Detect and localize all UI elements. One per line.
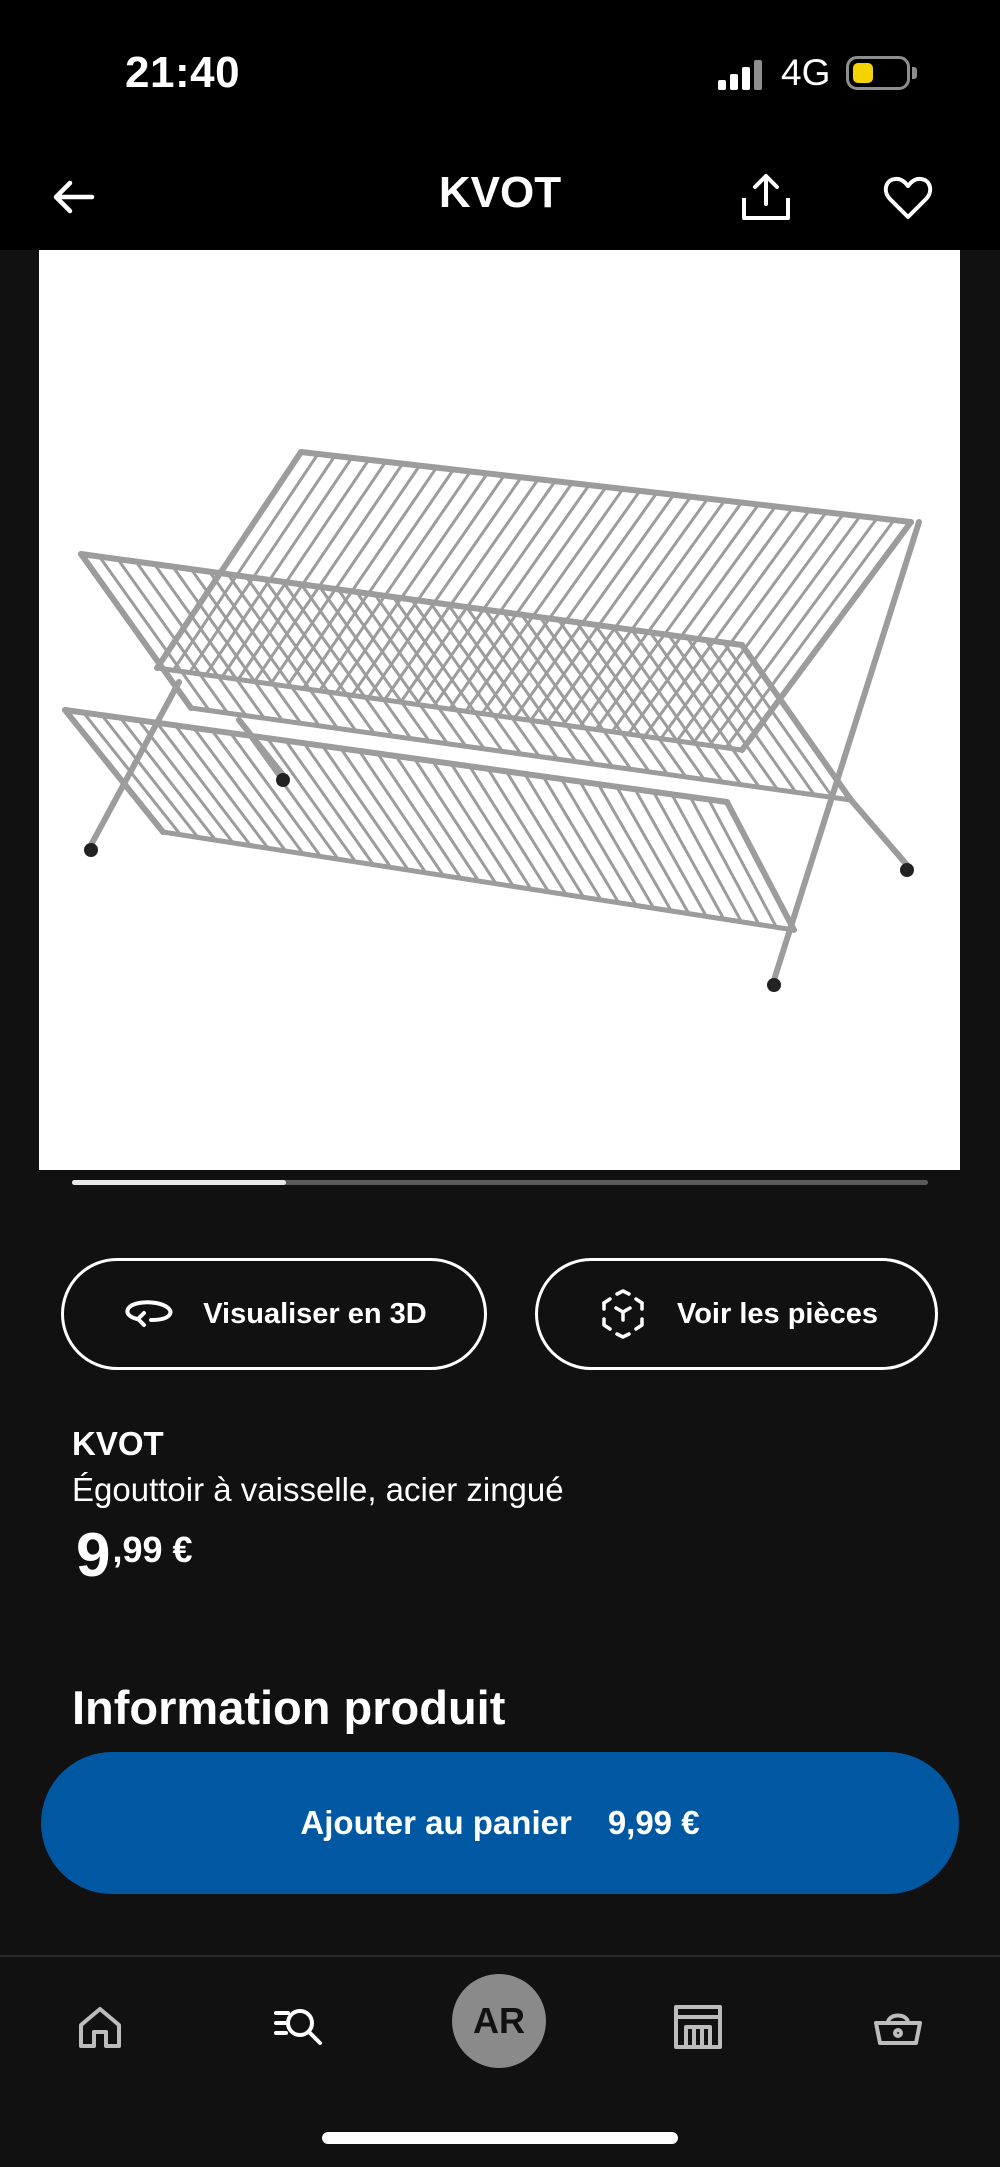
tab-search[interactable]: [258, 1987, 338, 2067]
ar-button[interactable]: AR: [452, 1974, 546, 2068]
battery-cap: [912, 67, 917, 79]
status-time: 21:40: [125, 48, 241, 97]
carousel-progress: [72, 1180, 286, 1185]
signal-strength-icon: [718, 58, 764, 90]
basket-icon: [874, 2013, 922, 2045]
price-decimal: ,99 €: [112, 1529, 193, 1570]
tab-cart[interactable]: [858, 1987, 938, 2067]
page-title: KVOT: [438, 168, 562, 217]
price-integer: 9: [76, 1521, 111, 1590]
view-3d-button[interactable]: Visualiser en 3D: [61, 1258, 487, 1370]
view-parts-button[interactable]: Voir les pièces: [535, 1258, 938, 1370]
product-description: Égouttoir à vaisselle, acier zingué: [72, 1471, 564, 1508]
parts-cube-icon: [602, 1289, 644, 1339]
view-3d-label: Visualiser en 3D: [203, 1297, 427, 1330]
product-information-heading[interactable]: Information produit: [72, 1680, 505, 1735]
battery-icon: [846, 56, 910, 90]
product-name: KVOT: [72, 1425, 164, 1462]
store-icon: [674, 2005, 722, 2049]
status-bar: 21:40 4G: [0, 0, 1000, 150]
add-to-cart-label: Ajouter au panier: [300, 1804, 572, 1841]
network-type: 4G: [781, 52, 831, 93]
tab-stores[interactable]: [658, 1987, 738, 2067]
tab-home[interactable]: [60, 1987, 140, 2067]
view-parts-label: Voir les pièces: [677, 1297, 878, 1330]
top-nav: KVOT: [0, 150, 1000, 250]
rotate-3d-icon: [125, 1300, 173, 1327]
product-image[interactable]: [39, 250, 960, 1170]
share-icon[interactable]: [738, 168, 794, 224]
home-icon: [79, 2007, 121, 2048]
home-indicator: [322, 2132, 678, 2144]
heart-icon[interactable]: [882, 172, 934, 224]
arrow-left-icon[interactable]: [48, 172, 98, 222]
bottom-tab-bar: AR: [0, 1955, 1000, 2167]
add-to-cart-price: 9,99 €: [607, 1804, 700, 1841]
add-to-cart-button[interactable]: Ajouter au panier 9,99 €: [41, 1752, 959, 1894]
dish-rack-illustration: [62, 449, 922, 992]
image-carousel-indicator: [72, 1180, 928, 1185]
search-icon: [274, 2009, 322, 2045]
product-price: 9 ,99 €: [76, 1525, 193, 1587]
